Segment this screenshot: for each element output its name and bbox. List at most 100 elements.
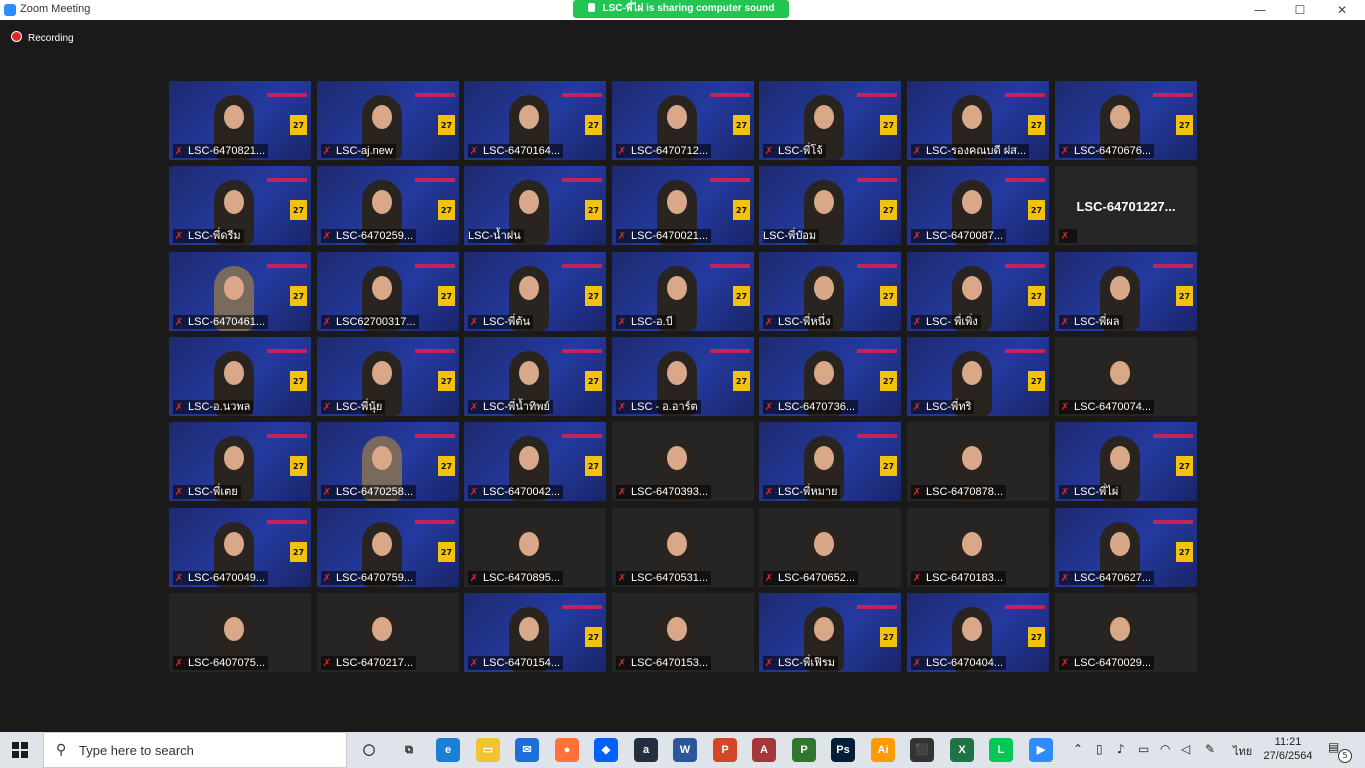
participant-name: LSC-6470895... [483,572,561,584]
participant-name: LSC-รองคณบดี ฝส... [926,145,1027,157]
maximize-button[interactable]: ☐ [1280,0,1320,20]
participant-tile[interactable]: 27✗LSC-6470183... [907,508,1049,587]
notification-center-button[interactable]: ▤ 5 [1328,740,1352,763]
participant-tile[interactable]: 27 ✗ LSC-พี่นุ้ย [317,337,459,416]
illustrator-icon[interactable]: Ai [871,738,895,762]
store-icon[interactable]: ⬛ [910,738,934,762]
participant-tile[interactable]: 27 ✗ LSC-รองคณบดี ฝส... [907,81,1049,160]
participant-tile[interactable]: 27 ✗ LSC-6470627... [1055,508,1197,587]
microphone-muted-icon: ✗ [912,317,922,328]
close-button[interactable]: ✕ [1322,0,1362,20]
participant-tile[interactable]: 27 ✗ LSC-6470049... [169,508,311,587]
excel-icon[interactable]: X [950,738,974,762]
access-icon[interactable]: A [752,738,776,762]
participant-tile[interactable]: 27 ✗ LSC-6470712... [612,81,754,160]
participant-nameplate: ✗ LSC-พี่นุ้ย [321,400,386,414]
microphone-icon[interactable]: ♪ [1117,742,1125,756]
file-explorer-icon[interactable]: ▭ [476,738,500,762]
participant-tile[interactable]: LSC-64701227... ✗ [1055,166,1197,245]
participant-tile[interactable]: 27 ✗ LSC-พี่ผล [1055,252,1197,331]
participant-tile[interactable]: 27 ✗ LSC-พี่หนึ่ง [759,252,901,331]
participant-nameplate: ✗ LSC-6470153... [616,656,712,670]
participant-tile[interactable]: 27✗LSC-6470895... [464,508,606,587]
participant-name: LSC-พี่ไผ่ [1074,486,1119,498]
project-icon[interactable]: P [792,738,816,762]
input-language[interactable]: ไทย [1233,742,1252,760]
edge-icon[interactable]: e [436,738,460,762]
participant-tile[interactable]: 27✗LSC-6470531... [612,508,754,587]
banner-date-badge: 27 [880,371,897,391]
banner-stripe [267,264,307,268]
participant-tile[interactable]: 27 ✗ LSC-พี่ดรีม [169,166,311,245]
minimize-button[interactable]: — [1240,0,1280,20]
participant-tile[interactable]: 27✗LSC-6470029... [1055,593,1197,672]
device-icon[interactable]: ▯ [1096,742,1103,756]
participant-tile[interactable]: 27 ✗ LSC-aj.new [317,81,459,160]
banner-date-badge: 27 [1028,200,1045,220]
participant-tile[interactable]: 27✗LSC-6470153... [612,593,754,672]
word-icon[interactable]: W [673,738,697,762]
participant-tile[interactable]: 27 ✗ LSC-6470258... [317,422,459,501]
participant-tile[interactable]: 27✗LSC-6407075... [169,593,311,672]
participant-tile[interactable]: 27 ✗ LSC-6470404... [907,593,1049,672]
participant-name: LSC-6470878... [926,486,1004,498]
zoom-icon[interactable]: ▶ [1029,738,1053,762]
taskbar-search-box[interactable]: ⚲ Type here to search [43,732,347,768]
participant-tile[interactable]: 27✗LSC-6470074... [1055,337,1197,416]
participant-tile[interactable]: 27✗LSC-6470217... [317,593,459,672]
participant-tile[interactable]: 27 ✗ LSC - อ.อาร์ต [612,337,754,416]
participant-tile[interactable]: 27 LSC-พี่ป๋อม [759,166,901,245]
windows-start-button[interactable] [12,742,28,758]
participant-tile[interactable]: 27 ✗ LSC-6470164... [464,81,606,160]
dropbox-icon[interactable]: ◆ [594,738,618,762]
participant-tile[interactable]: 27✗LSC-6470652... [759,508,901,587]
task-view-icon[interactable]: ◯ [357,738,381,762]
participant-tile[interactable]: 27 ✗ LSC-อ.นวพล [169,337,311,416]
participant-tile[interactable]: 27 ✗ LSC-6470259... [317,166,459,245]
participant-tile[interactable]: 27 ✗ LSC-พี่ไผ่ [1055,422,1197,501]
participant-tile[interactable]: 27 ✗ LSC-พี่เฟิรม [759,593,901,672]
share-status-banner[interactable]: LSC-พี่ไผ่ is sharing computer sound [573,0,789,18]
microphone-muted-icon: ✗ [912,146,922,157]
participant-tile[interactable]: 27 ✗ LSC- พี่เพิ่ง [907,252,1049,331]
firefox-icon[interactable]: ● [555,738,579,762]
participant-tile[interactable]: 27 ✗ LSC-พี่ทริ [907,337,1049,416]
participant-tile[interactable]: 27 LSC-น้ำฝน [464,166,606,245]
participant-tile[interactable]: 27✗LSC-6470878... [907,422,1049,501]
line-icon[interactable]: L [989,738,1013,762]
participant-tile[interactable]: 27✗LSC-6470393... [612,422,754,501]
participant-tile[interactable]: 27 ✗ LSC-6470042... [464,422,606,501]
participant-nameplate: ✗ LSC-6470393... [616,485,712,499]
participant-tile[interactable]: 27 ✗ LSC-พี่โจ้ [759,81,901,160]
system-clock[interactable]: 11:21 27/6/2564 [1263,735,1313,763]
amazon-icon[interactable]: a [634,738,658,762]
participant-tile[interactable]: 27 ✗ LSC-พี่น้ำทิพย์ [464,337,606,416]
participant-tile[interactable]: 27 ✗ LSC-6470676... [1055,81,1197,160]
participant-tile[interactable]: 27 ✗ LSC-6470736... [759,337,901,416]
participant-tile[interactable]: 27 ✗ LSC62700317... [317,252,459,331]
wifi-icon[interactable]: ◠ [1160,742,1170,756]
participant-tile[interactable]: 27 ✗ LSC-6470154... [464,593,606,672]
participant-tile[interactable]: 27 ✗ LSC-พี่หมาย [759,422,901,501]
volume-icon[interactable]: ◁ [1181,742,1190,756]
chevron-up-icon[interactable]: ⌃ [1073,742,1083,756]
participant-tile[interactable]: 27 ✗ LSC-พี่เตย [169,422,311,501]
participant-tile[interactable]: 27 ✗ LSC-6470021... [612,166,754,245]
participant-tile[interactable]: 27 ✗ LSC-6470759... [317,508,459,587]
battery-icon[interactable]: ▭ [1138,742,1149,756]
participant-nameplate: ✗ LSC-6470074... [1059,400,1155,414]
participant-name: LSC-6470153... [631,657,709,669]
participant-name: LSC-6470404... [926,657,1004,669]
participant-tile[interactable]: 27 ✗ LSC-อ.บี [612,252,754,331]
photoshop-icon[interactable]: Ps [831,738,855,762]
pen-icon[interactable]: ✎ [1205,742,1215,756]
powerpoint-icon[interactable]: P [713,738,737,762]
recording-indicator[interactable]: Recording [11,31,74,44]
mail-icon[interactable]: ✉ [515,738,539,762]
multitask-icon[interactable]: ⧉ [397,738,421,762]
participant-tile[interactable]: 27 ✗ LSC-6470087... [907,166,1049,245]
participant-tile[interactable]: 27 ✗ LSC-6470821... [169,81,311,160]
participant-tile[interactable]: 27 ✗ LSC-6470461... [169,252,311,331]
participant-tile[interactable]: 27 ✗ LSC-พี่ต้น [464,252,606,331]
participant-nameplate: ✗ [1059,229,1077,243]
